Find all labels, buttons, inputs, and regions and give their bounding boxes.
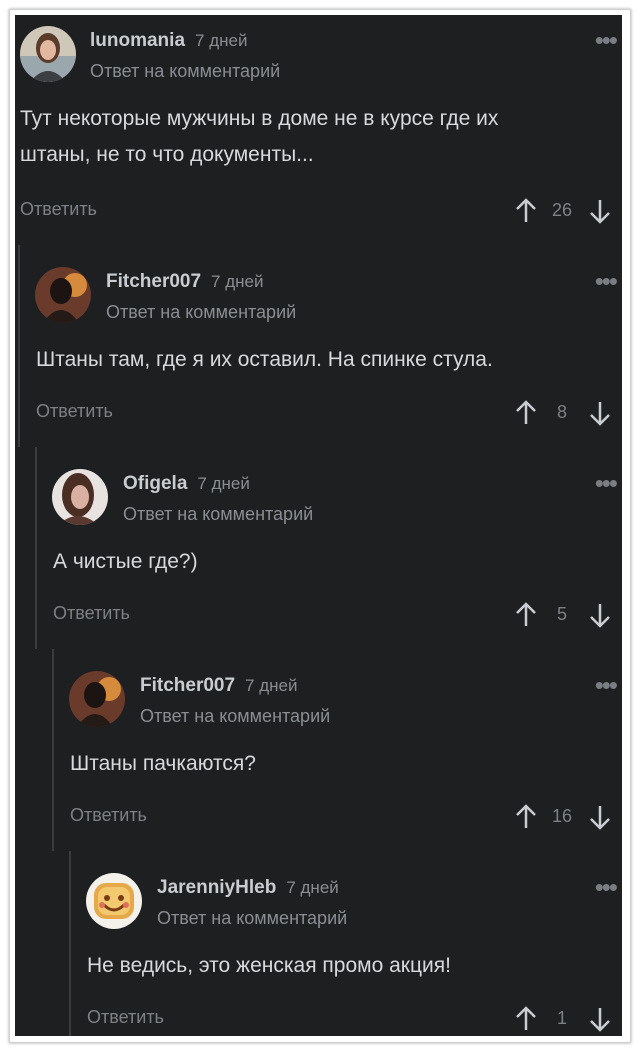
vote-score: 5: [556, 604, 567, 624]
vote-controls: 1: [512, 1005, 622, 1035]
comment-author[interactable]: lunomania 7 дней: [90, 30, 247, 52]
vote-controls: 16: [512, 803, 622, 833]
thread-line: [35, 447, 37, 649]
comment-author[interactable]: Ofigela 7 дней: [123, 473, 250, 495]
comment-text: Тут некоторые мужчины в доме не в курсе …: [20, 107, 499, 166]
thread-line: [69, 851, 71, 1036]
vote-controls: 26: [512, 197, 622, 227]
downvote-arrow-icon[interactable]: [588, 601, 612, 629]
reply-indicator: Ответ на комментарий: [90, 61, 281, 81]
comment-author[interactable]: Fitcher007 7 дней: [106, 271, 263, 293]
dark-figure-icon: [35, 267, 91, 323]
reply-button[interactable]: Ответить: [53, 603, 130, 624]
thread-line: [52, 649, 54, 851]
downvote-arrow-icon[interactable]: [588, 197, 612, 225]
avatar[interactable]: [69, 671, 125, 727]
avatar[interactable]: [20, 26, 76, 82]
avatar[interactable]: [35, 267, 91, 323]
comment: Fitcher007 7 дней Ответ на комментарий ••…: [18, 245, 622, 447]
more-options-icon[interactable]: •••: [595, 268, 618, 294]
comment-text: Штаны там, где я их оставил. На спинке с…: [36, 348, 493, 371]
comment-time: 7 дней: [195, 31, 248, 50]
upvote-arrow-icon[interactable]: [514, 399, 538, 427]
comment-text: А чистые где?): [53, 550, 198, 573]
comment-text: Штаны пачкаются?: [70, 752, 256, 775]
vote-score: 1: [556, 1008, 567, 1028]
thread-line: [18, 245, 20, 447]
vote-controls: 8: [512, 399, 622, 429]
upvote-arrow-icon[interactable]: [514, 197, 538, 225]
comment-time: 7 дней: [286, 878, 339, 897]
reply-indicator: Ответ на комментарий: [140, 706, 331, 726]
vote-score: 26: [551, 200, 573, 220]
comment: Ofigela 7 дней Ответ на комментарий ••• А…: [35, 447, 622, 649]
dark-figure-icon: [69, 671, 125, 727]
woman-portrait-icon: [20, 26, 76, 82]
more-options-icon[interactable]: •••: [595, 874, 618, 900]
comment: lunomania 7 дней Ответ на комментарий •••…: [15, 15, 622, 245]
reply-button[interactable]: Ответить: [87, 1007, 164, 1028]
downvote-arrow-icon[interactable]: [588, 399, 612, 427]
vote-controls: 5: [512, 601, 622, 631]
comment-text: Не ведись, это женская промо акция!: [87, 954, 451, 977]
comment-thread: lunomania 7 дней Ответ на комментарий •••…: [15, 15, 622, 1036]
comment-time: 7 дней: [211, 272, 264, 291]
reply-indicator: Ответ на комментарий: [157, 908, 348, 928]
comment-time: 7 дней: [245, 676, 298, 695]
avatar[interactable]: [52, 469, 108, 525]
downvote-arrow-icon[interactable]: [588, 1005, 612, 1033]
reply-indicator: Ответ на комментарий: [123, 504, 314, 524]
upvote-arrow-icon[interactable]: [514, 803, 538, 831]
girl-portrait-icon: [52, 469, 108, 525]
reply-indicator: Ответ на комментарий: [106, 302, 297, 322]
more-options-icon[interactable]: •••: [595, 672, 618, 698]
smiling-toast-icon: [86, 873, 142, 929]
upvote-arrow-icon[interactable]: [514, 601, 538, 629]
reply-button[interactable]: Ответить: [20, 199, 97, 220]
vote-score: 8: [556, 402, 567, 422]
reply-button[interactable]: Ответить: [36, 401, 113, 422]
downvote-arrow-icon[interactable]: [588, 803, 612, 831]
comment-author[interactable]: JarenniyHleb 7 дней: [157, 877, 339, 899]
reply-button[interactable]: Ответить: [70, 805, 147, 826]
avatar[interactable]: [86, 873, 142, 929]
more-options-icon[interactable]: •••: [595, 470, 618, 496]
upvote-arrow-icon[interactable]: [514, 1005, 538, 1033]
more-options-icon[interactable]: •••: [595, 27, 618, 53]
comment-author[interactable]: Fitcher007 7 дней: [140, 675, 297, 697]
comment: Fitcher007 7 дней Ответ на комментарий ••…: [52, 649, 622, 851]
vote-score: 16: [551, 806, 573, 826]
comment-time: 7 дней: [197, 474, 250, 493]
comment: JarenniyHleb 7 дней Ответ на комментарий …: [69, 851, 622, 1036]
